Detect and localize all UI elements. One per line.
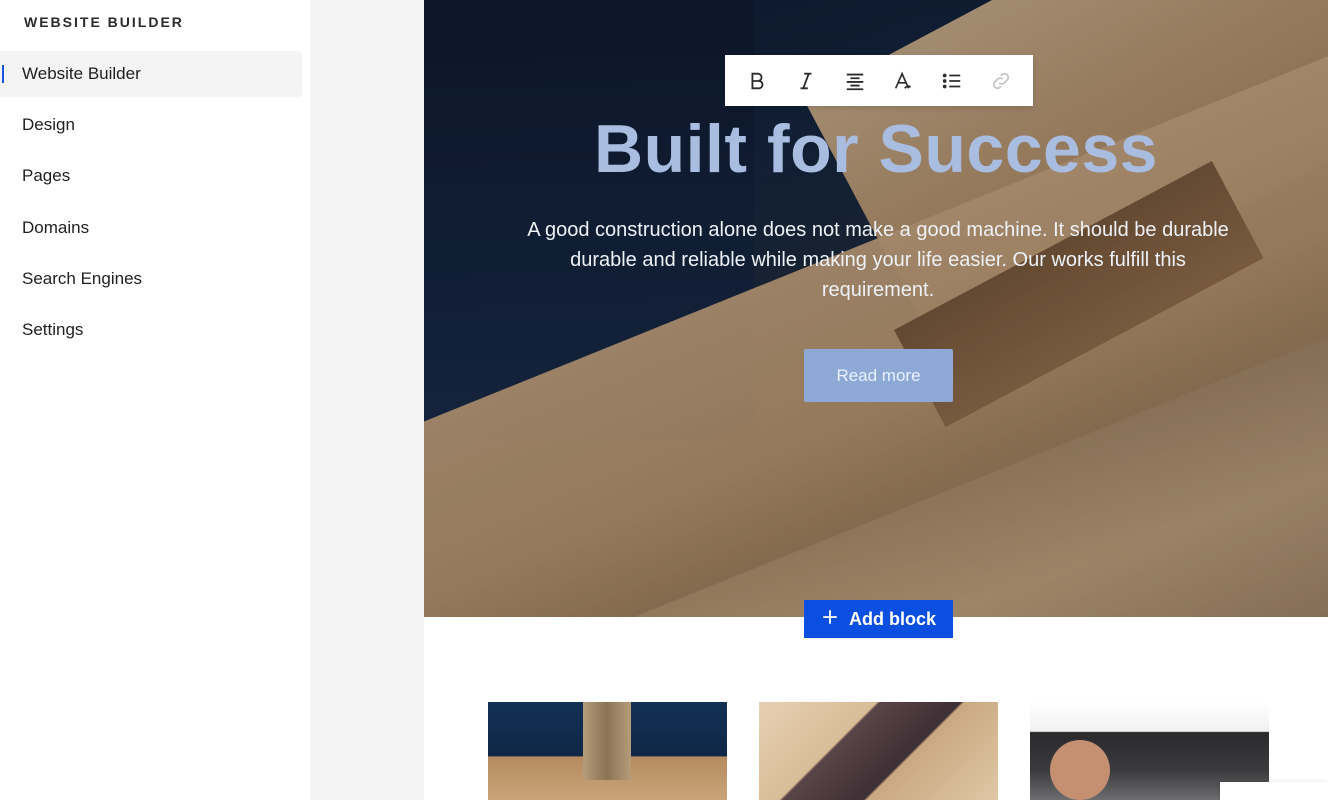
hero-description[interactable]: A good construction alone does not make … [514,215,1242,305]
font-style-icon[interactable] [885,63,921,99]
sidebar-item-search-engines[interactable]: Search Engines [0,256,302,302]
align-center-icon[interactable] [837,63,873,99]
corner-panel [1220,782,1328,800]
hero-title[interactable]: Built for Success [424,110,1328,188]
sidebar-nav: Website Builder Design Pages Domains Sea… [0,51,302,358]
gallery-image-2[interactable] [759,702,998,800]
sidebar-item-settings[interactable]: Settings [0,307,302,353]
editor-gutter [310,0,424,800]
sidebar-item-design[interactable]: Design [0,102,302,148]
bold-icon[interactable] [739,63,775,99]
hero-section[interactable]: Built for Success A good construction al… [424,0,1328,617]
read-more-button[interactable]: Read more [804,349,953,402]
bullet-list-icon[interactable] [934,63,970,99]
text-format-toolbar [725,55,1033,106]
page-canvas: Built for Success A good construction al… [424,0,1328,800]
link-icon[interactable] [983,63,1019,99]
add-block-label: Add block [848,608,936,629]
sidebar-item-domains[interactable]: Domains [0,205,302,251]
sidebar-item-website-builder[interactable]: Website Builder [0,51,302,97]
sidebar-item-pages[interactable]: Pages [0,153,302,199]
brand-title: WEBSITE BUILDER [24,14,184,30]
gallery-image-1[interactable] [488,702,727,800]
plus-icon [821,608,839,631]
add-block-button[interactable]: Add block [804,600,953,638]
sidebar: WEBSITE BUILDER Website Builder Design P… [0,0,310,800]
italic-icon[interactable] [788,63,824,99]
